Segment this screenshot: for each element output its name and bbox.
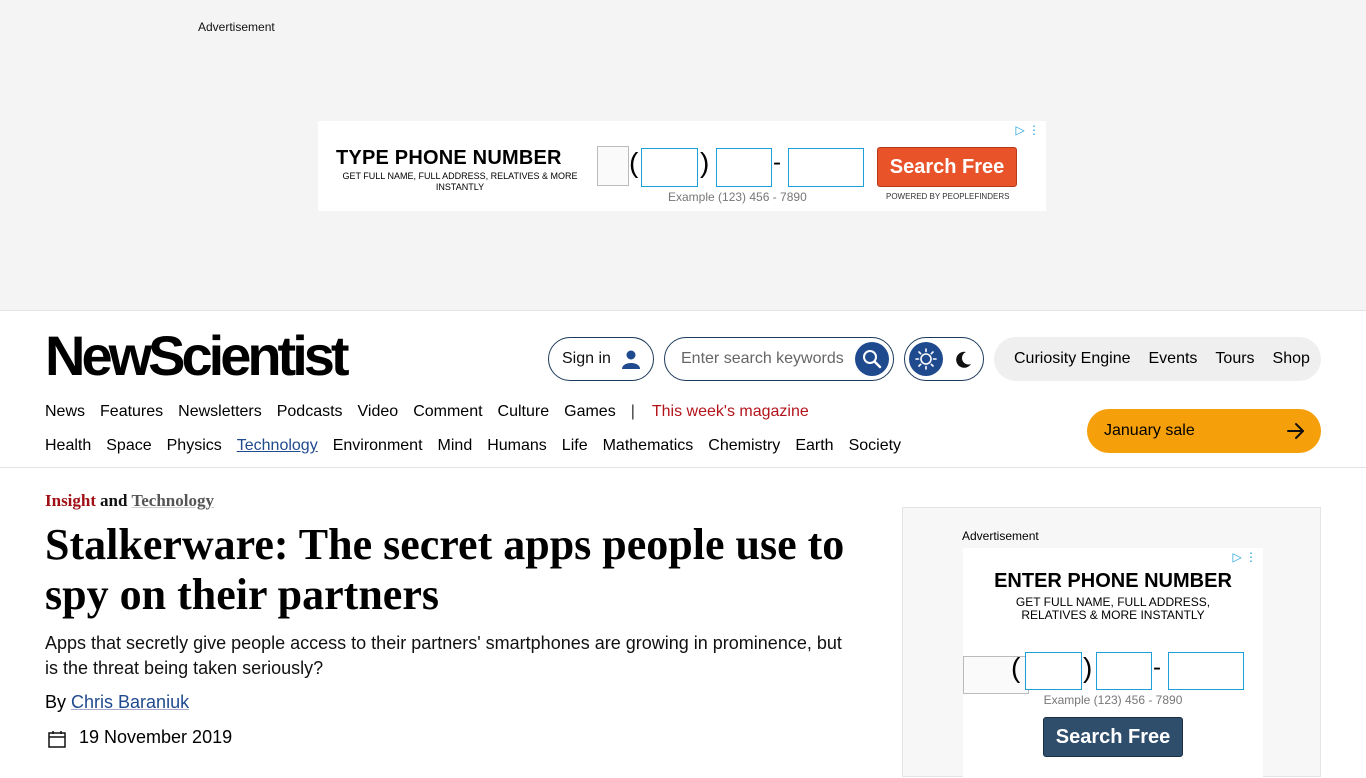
arrow-right-icon bbox=[1287, 423, 1304, 439]
nav-newsletters[interactable]: Newsletters bbox=[178, 403, 262, 421]
topic-health[interactable]: Health bbox=[45, 437, 91, 455]
nav-events[interactable]: Events bbox=[1149, 350, 1198, 368]
top-ad-region: Advertisement ▷ ⋮ TYPE PHONE NUMBER GET … bbox=[0, 0, 1366, 311]
nav-culture[interactable]: Culture bbox=[498, 403, 550, 421]
article-headline: Stalkerware: The secret apps people use … bbox=[45, 520, 845, 619]
ad-area-code-input[interactable] bbox=[641, 148, 698, 187]
search-button[interactable] bbox=[855, 342, 889, 376]
calendar-icon bbox=[48, 731, 66, 748]
nav-comment[interactable]: Comment bbox=[413, 403, 482, 421]
broken-image-icon bbox=[597, 146, 629, 186]
topic-space[interactable]: Space bbox=[106, 437, 151, 455]
nav-tours[interactable]: Tours bbox=[1215, 350, 1254, 368]
kicker-topic[interactable]: Technology bbox=[131, 491, 214, 510]
article-kicker: Insight and Technology bbox=[45, 491, 214, 511]
nav-features[interactable]: Features bbox=[100, 403, 163, 421]
nav-news[interactable]: News bbox=[45, 403, 85, 421]
search-box bbox=[664, 337, 894, 381]
newscientist-logo[interactable]: NewScientist bbox=[45, 328, 350, 384]
topic-earth[interactable]: Earth bbox=[795, 437, 833, 455]
ad-close-paren: ) bbox=[700, 147, 710, 178]
article-date: 19 November 2019 bbox=[79, 727, 233, 747]
topic-chemistry[interactable]: Chemistry bbox=[708, 437, 780, 455]
advertisement-label: Advertisement bbox=[962, 529, 1039, 543]
light-mode-button[interactable] bbox=[909, 342, 943, 376]
topic-environment[interactable]: Environment bbox=[333, 437, 423, 455]
sign-in-label: Sign in bbox=[562, 350, 611, 367]
search-icon bbox=[863, 350, 882, 369]
topic-mind[interactable]: Mind bbox=[438, 437, 473, 455]
ad-subline: GET FULL NAME, FULL ADDRESS, RELATIVES &… bbox=[1015, 595, 1211, 622]
nav-podcasts[interactable]: Podcasts bbox=[277, 403, 343, 421]
ad-example-text: Example (123) 456 - 7890 bbox=[1043, 693, 1183, 707]
article-byline: By Chris Baraniuk bbox=[45, 692, 189, 713]
nav-video[interactable]: Video bbox=[358, 403, 399, 421]
primary-nav: News Features Newsletters Podcasts Video… bbox=[45, 403, 824, 421]
nav-games[interactable]: Games bbox=[564, 403, 616, 421]
ad-open-paren: ( bbox=[1011, 652, 1021, 683]
ad-open-paren: ( bbox=[629, 147, 639, 178]
january-sale-button[interactable]: January sale bbox=[1087, 409, 1321, 453]
header-divider bbox=[0, 467, 1366, 468]
ad-line-number-input[interactable] bbox=[788, 148, 864, 187]
nav-separator: | bbox=[630, 403, 635, 420]
dark-mode-moon-icon[interactable] bbox=[953, 350, 973, 370]
article-standfirst: Apps that secretly give people access to… bbox=[45, 633, 842, 678]
author-link[interactable]: Chris Baraniuk bbox=[71, 692, 189, 712]
utility-nav: Curiosity Engine Events Tours Shop bbox=[994, 337, 1321, 381]
nav-this-weeks-magazine[interactable]: This week's magazine bbox=[652, 403, 809, 421]
adchoices-icon[interactable]: ▷ ⋮ bbox=[1015, 123, 1040, 137]
sun-icon bbox=[915, 348, 937, 370]
topic-humans[interactable]: Humans bbox=[487, 437, 547, 455]
theme-toggle bbox=[904, 337, 984, 381]
ad-prefix-input[interactable] bbox=[1096, 652, 1152, 690]
ad-dash: - bbox=[1153, 654, 1161, 681]
ad-line-number-input[interactable] bbox=[1168, 652, 1244, 690]
nav-curiosity-engine[interactable]: Curiosity Engine bbox=[1014, 350, 1131, 368]
kicker-and: and bbox=[100, 491, 128, 510]
ad-example-text: Example (123) 456 - 7890 bbox=[668, 190, 807, 204]
topic-mathematics[interactable]: Mathematics bbox=[603, 437, 694, 455]
sale-label: January sale bbox=[1104, 422, 1195, 439]
ad-headline: ENTER PHONE NUMBER bbox=[994, 570, 1232, 592]
advertisement-label: Advertisement bbox=[198, 20, 275, 34]
topic-technology[interactable]: Technology bbox=[237, 437, 318, 455]
ad-search-free-button[interactable]: Search Free bbox=[877, 147, 1017, 187]
topic-life[interactable]: Life bbox=[562, 437, 588, 455]
ad-subline: GET FULL NAME, FULL ADDRESS, RELATIVES &… bbox=[342, 171, 578, 192]
ad-search-free-button[interactable]: Search Free bbox=[1043, 717, 1183, 757]
ad-area-code-input[interactable] bbox=[1025, 652, 1082, 690]
side-ad-region: Advertisement ▷ ⋮ ENTER PHONE NUMBER GET… bbox=[902, 507, 1321, 778]
nav-shop[interactable]: Shop bbox=[1273, 350, 1310, 368]
ad-powered-by: POWERED BY PEOPLEFINDERS bbox=[886, 192, 1010, 201]
byline-prefix: By bbox=[45, 692, 67, 712]
search-input[interactable] bbox=[681, 348, 851, 370]
top-ad-banner[interactable]: ▷ ⋮ TYPE PHONE NUMBER GET FULL NAME, FUL… bbox=[318, 121, 1046, 211]
ad-close-paren: ) bbox=[1083, 652, 1093, 683]
topic-physics[interactable]: Physics bbox=[167, 437, 222, 455]
adchoices-icon[interactable]: ▷ ⋮ bbox=[1232, 550, 1257, 564]
user-icon bbox=[622, 350, 640, 369]
sign-in-button[interactable]: Sign in bbox=[548, 337, 654, 381]
ad-prefix-input[interactable] bbox=[716, 148, 772, 187]
ad-headline: TYPE PHONE NUMBER bbox=[336, 147, 562, 169]
side-ad-banner[interactable]: ▷ ⋮ ENTER PHONE NUMBER GET FULL NAME, FU… bbox=[963, 548, 1263, 778]
ad-dash: - bbox=[773, 149, 781, 176]
kicker-section[interactable]: Insight bbox=[45, 491, 96, 510]
topic-society[interactable]: Society bbox=[849, 437, 901, 455]
topic-nav: Health Space Physics Technology Environm… bbox=[45, 437, 916, 455]
